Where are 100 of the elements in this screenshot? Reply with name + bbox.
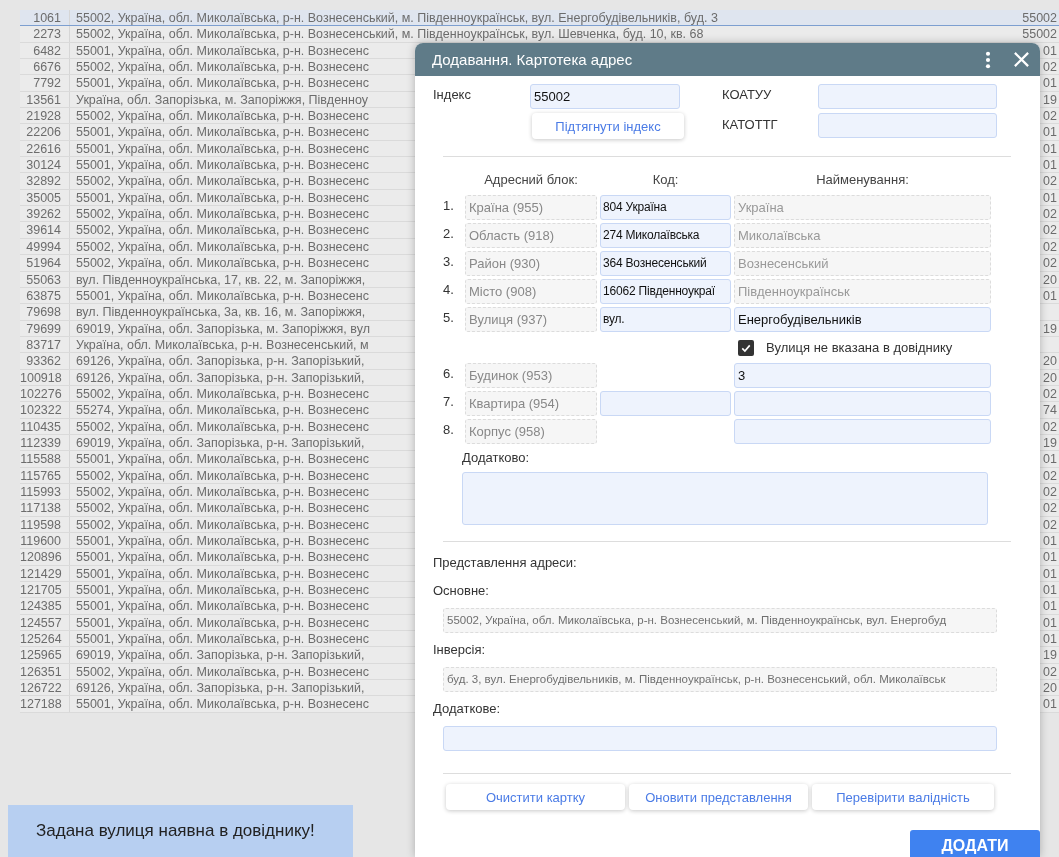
address-cell-text: 55002, Україна, обл. Миколаївська, р-н. Вознесенс [75,418,370,434]
address-cell-text: 69019, Україна, обл. Запорізька, м. Запоріжжя, вул [75,320,371,336]
name-field: Вознесенський [734,251,991,276]
code-field[interactable]: вул. [600,307,731,332]
name-field[interactable]: Енергобудівельників [734,307,991,332]
table-cell: 01 [1043,566,1057,581]
address-cell-text: 55002, Україна, обл. Миколаївська, р-н. Вознесенс [75,108,370,124]
row-number: 6676 [20,59,70,75]
additional-text-area[interactable] [462,472,988,525]
more-menu-icon[interactable] [985,50,991,69]
action-button[interactable]: Оновити представлення [629,784,808,810]
table-cell: 20 [1043,272,1057,287]
table-cell: 01 [1043,141,1057,156]
table-cell: 01 [1043,43,1057,58]
row-number: 126722 [20,680,70,696]
row-number: 13561 [20,91,70,108]
add-button[interactable]: ДОДАТИ [910,830,1040,857]
row-number: 121705 [20,582,70,598]
address-cell-text: 55002, Україна, обл. Миколаївська, р-н. Вознесенський, м. Південноукраїнськ, вул. Шевченка, буд. 10, кв. 68 [75,26,705,42]
row-number: 115588 [20,451,70,467]
code-field[interactable]: 274 Миколаївська [600,223,731,248]
address-cell-text: вул. Південноукраїнська, 17, кв. 22, м. Запоріжжя, [75,271,367,287]
row-number: 112339 [20,434,70,451]
main-address-field: 55002, Україна, обл. Миколаївська, р-н. Вознесенський, м. Південноукраїнськ, вул. Енергобуд [443,608,997,633]
index-field[interactable]: 55002 [530,84,680,109]
row-number: 93362 [20,353,70,369]
field-label: Індекс [433,86,472,104]
address-cell-text: 55001, Україна, обл. Миколаївська, р-н. Вознесенс [75,598,370,614]
row-number: 35005 [20,189,70,206]
field-label: Додатково: [462,450,531,465]
row-number: 127188 [20,696,70,712]
table-cell: 02 [1043,207,1057,222]
katottg-field[interactable] [818,113,997,138]
table-cell: 55002 [1022,27,1057,42]
address-block-field: Вулиця (937) [465,307,597,332]
row-number: 119598 [20,516,70,532]
table-cell: 02 [1043,60,1057,75]
address-cell-text: 55002, Україна, обл. Миколаївська, р-н. Вознесенс [75,516,370,532]
action-button[interactable]: Очистити картку [446,784,625,810]
table-cell: 02 [1043,174,1057,189]
row-number: 63875 [20,287,70,304]
field-label: Інверсія: [433,641,487,659]
table-cell: 01 [1043,615,1057,630]
name-field: Миколаївська [734,223,991,248]
table-cell: 19 [1043,435,1057,450]
address-cell-text: 55001, Україна, обл. Миколаївська, р-н. Вознесенс [75,189,370,206]
name-field[interactable] [734,419,991,444]
row-number: 22206 [20,124,70,140]
column-header: Найменування: [815,171,910,189]
address-cell-text: 55001, Україна, обл. Миколаївська, р-н. Вознесенс [75,582,370,598]
extra-address-field[interactable] [443,726,997,751]
table-cell: 01 [1043,632,1057,647]
row-number: 115993 [20,483,70,500]
address-cell-text: 55002, Україна, обл. Миколаївська, р-н. Вознесенс [75,238,370,255]
table-cell: 02 [1043,256,1057,271]
table-cell: 02 [1043,239,1057,254]
address-cell-text: 55002, Україна, обл. Миколаївська, р-н. Вознесенс [75,222,370,238]
table-cell: 02 [1043,386,1057,401]
row-number: 21928 [20,108,70,124]
address-cell-text: 55001, Україна, обл. Миколаївська, р-н. Вознесенс [75,42,370,59]
code-field[interactable] [600,391,731,416]
address-cell-text: 55001, Україна, обл. Миколаївська, р-н. Вознесенс [75,124,370,140]
address-cell-text: 55002, Україна, обл. Миколаївська, р-н. Вознесенс [75,385,370,402]
table-cell: 01 [1043,452,1057,467]
close-icon[interactable] [1013,51,1030,68]
row-number: 102322 [20,402,70,418]
row-number: 4. [443,281,455,299]
action-button[interactable]: Перевірити валідність [812,784,994,810]
row-number: 32892 [20,173,70,189]
code-field[interactable]: 364 Вознесенський [600,251,731,276]
address-cell-text: вул. Південноукраїнська, 3а, кв. 16, м. Запоріжжя, [75,304,367,320]
address-cell-text: 69126, Україна, обл. Запорізька, р-н. Запорізький, [75,680,366,696]
row-number: 120896 [20,549,70,565]
checkbox[interactable] [738,339,754,356]
row-number: 125264 [20,631,70,647]
field-label: КОАТУУ [722,86,773,104]
row-number: 30124 [20,157,70,173]
name-field[interactable]: 3 [734,363,991,388]
row-number: 102276 [20,385,70,402]
table-cell: 02 [1043,468,1057,483]
address-cell-text: 55002, Україна, обл. Миколаївська, р-н. Вознесенс [75,59,370,75]
notification-toast: Задана вулиця наявна в довіднику! [8,805,353,857]
table-cell: 74 [1043,403,1057,418]
koatuu-field[interactable] [818,84,997,109]
checkbox-label: Вулиця не вказана в довіднику [766,340,953,355]
name-field[interactable] [734,391,991,416]
address-cell-text: 55001, Україна, обл. Миколаївська, р-н. Вознесенс [75,75,370,91]
address-block-field: Будинок (953) [465,363,597,388]
table-cell: 01 [1043,125,1057,140]
table-cell: 20 [1043,681,1057,696]
table-cell: 02 [1043,664,1057,679]
address-cell-text: 69019, Україна, обл. Запорізька, р-н. Запорізький, [75,434,366,451]
address-block-field: Корпус (958) [465,419,597,444]
row-number: 79698 [20,304,70,320]
fetch-index-button[interactable]: Підтягнути індекс [532,113,684,139]
address-block-field: Область (918) [465,223,597,248]
code-field[interactable]: 804 Україна [600,195,731,220]
table-cell: 01 [1043,697,1057,712]
code-field[interactable]: 16062 Південноукраї [600,279,731,304]
row-number: 6482 [20,42,70,59]
